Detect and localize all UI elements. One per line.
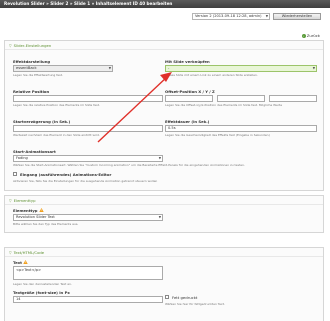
section-title: Text/HTML/Code — [13, 250, 45, 255]
offset-x-input[interactable] — [165, 95, 213, 102]
fett-label: Fett gedruckt — [172, 295, 198, 300]
chevron-down-icon: ▼ — [158, 215, 161, 219]
mit-slide-select[interactable]: - ▼ — [165, 65, 317, 72]
chevron-down-icon: ▼ — [312, 66, 315, 70]
text-label: Text — [13, 260, 28, 265]
warning-icon — [39, 208, 44, 212]
slider-settings-header[interactable]: ▽ Slider-Einstellungen — [5, 41, 323, 50]
back-link-label: Zurück — [306, 33, 320, 38]
effektdauer-input[interactable]: 0.5s — [165, 125, 317, 132]
start-animationsart-label: Start-Animationsart — [13, 149, 56, 154]
offset-position-help: Legen Sie die Offset-x/y/z-Position des … — [165, 103, 283, 107]
section-title: Elementtyp — [13, 198, 36, 203]
start-animationsart-help: Wählen Sie die Start-Animationsart. Wähl… — [13, 163, 245, 167]
start-animationsart-select[interactable]: Fading ▼ — [13, 155, 163, 162]
window-titlebar: Revolution Slider » Slider 2 » Slide 1 »… — [0, 0, 330, 8]
section-title: Slider-Einstellungen — [13, 43, 52, 48]
textgroesse-label: Textgröße (font-size) in Px — [13, 290, 70, 295]
effektdauer-label: Effektdauer (in Sek.) — [165, 119, 210, 124]
chevron-down-icon: ▽ — [9, 251, 12, 255]
back-arrow-icon: ‹ — [301, 34, 306, 38]
textgroesse-input[interactable]: 14 — [13, 296, 163, 303]
warning-icon — [23, 260, 28, 264]
ausgang-checkbox[interactable] — [13, 172, 17, 176]
fett-help: Wählen Sie hier für fettgedruckten Text. — [165, 302, 225, 306]
chevron-down-icon: ▼ — [158, 156, 161, 160]
back-link[interactable]: ‹ Zurück — [301, 33, 320, 38]
offset-position-label: Offset-Position X / Y / Z — [165, 89, 215, 94]
text-section: ▽ Text/HTML/Code Text <p>Text</p> Legen S… — [4, 247, 324, 321]
effektdauer-value: 0.5s — [168, 126, 176, 130]
offset-y-input[interactable] — [217, 95, 265, 102]
text-help: Legen Sie den darzustellenden Text an. — [13, 282, 72, 286]
mit-slide-label: Mit Slide verknüpfen — [165, 59, 210, 64]
relative-position-input[interactable] — [13, 95, 163, 102]
elementtyp-header[interactable]: ▽ Elementtyp — [5, 196, 323, 205]
offset-z-input[interactable] — [269, 95, 317, 102]
mit-slide-help: Dieses Slide mit einem Link zu einem and… — [165, 73, 258, 77]
toolbar: Version 2 (2013-09-18 12:28, admin) ▼ Wi… — [0, 10, 330, 24]
elementtyp-section: ▽ Elementtyp Elementtyp Revolution Slider… — [4, 195, 324, 233]
textgroesse-value: 14 — [16, 297, 21, 301]
effektdarstellung-value: essentBack — [16, 66, 37, 70]
effektdarstellung-help: Legen Sie die Effektwertung fest. — [13, 73, 63, 77]
elementtyp-help: Bitte wählen Sie den Typ des Elements au… — [13, 222, 79, 226]
relative-position-help: Legen Sie die relative Position des Elem… — [13, 103, 100, 107]
elementtyp-select[interactable]: Revolution Slider Text ▼ — [13, 214, 163, 221]
version-select[interactable]: Version 2 (2013-09-18 12:28, admin) ▼ — [192, 13, 270, 20]
ausgang-label: Eingang (ausführendes) Animations-Editor — [20, 172, 112, 177]
elementtyp-value: Revolution Slider Text — [16, 215, 55, 219]
slider-settings-section: ▽ Slider-Einstellungen Effektdarstellung … — [4, 40, 324, 191]
chevron-down-icon: ▼ — [108, 66, 111, 70]
ausgang-help: Aktivieren Sie, falls Sie die Einstellun… — [13, 179, 158, 183]
relative-position-label: Relative Position — [13, 89, 50, 94]
version-select-value: Version 2 (2013-09-18 12:28, admin) — [195, 14, 262, 18]
startverzoegerung-input[interactable] — [13, 125, 163, 132]
startverzoegerung-help: Wartezeit nachdem das Element in den Sli… — [13, 133, 100, 137]
text-value: <p>Text</p> — [16, 268, 42, 272]
startverzoegerung-label: Startverzögerung (in Sek.) — [13, 119, 71, 124]
effektdauer-help: Legen Sie die Geschwindigkeit des Effekt… — [165, 133, 270, 137]
chevron-down-icon: ▽ — [9, 44, 12, 48]
text-textarea[interactable]: <p>Text</p> — [13, 266, 163, 280]
effektdarstellung-select[interactable]: essentBack ▼ — [13, 65, 113, 72]
fett-checkbox[interactable] — [165, 295, 169, 299]
chevron-down-icon: ▼ — [265, 14, 268, 18]
start-animationsart-value: Fading — [16, 156, 28, 160]
text-header[interactable]: ▽ Text/HTML/Code — [5, 248, 323, 257]
chevron-down-icon: ▽ — [9, 199, 12, 203]
restore-button[interactable]: Wiederherstellen — [273, 13, 321, 20]
effektdarstellung-label: Effektdarstellung — [13, 59, 51, 64]
elementtyp-label-text: Elementtyp — [13, 208, 38, 213]
elementtyp-label: Elementtyp — [13, 208, 44, 213]
mit-slide-value: - — [168, 66, 170, 70]
text-label-text: Text — [13, 260, 22, 265]
